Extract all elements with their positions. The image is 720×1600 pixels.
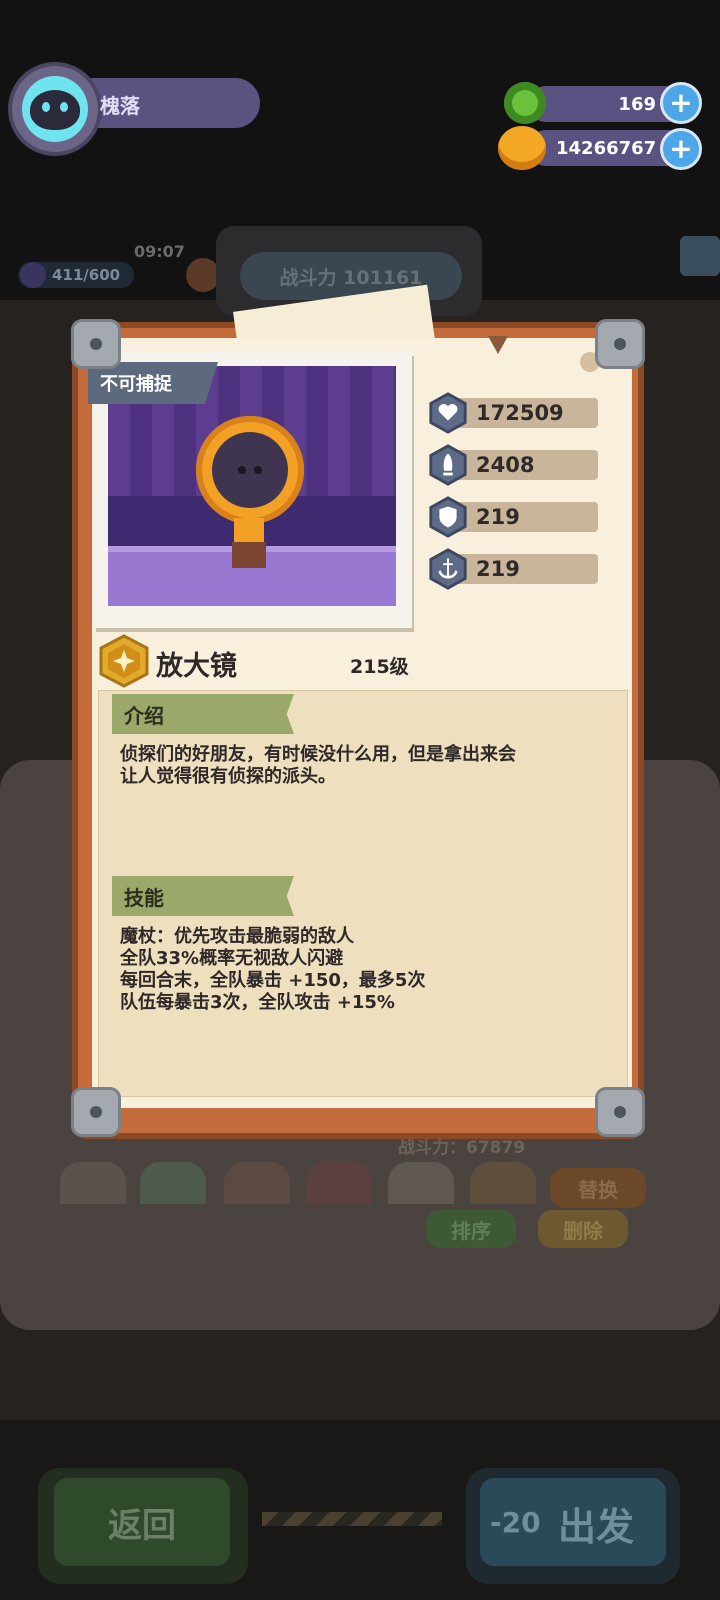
green-gem-icon <box>504 82 546 124</box>
pin-marker <box>488 336 508 354</box>
stat-attack-value: 2408 <box>476 453 535 477</box>
stat-defense: 219 <box>428 496 598 538</box>
scroll-knob[interactable] <box>580 352 600 372</box>
sort-button[interactable]: 排序 <box>426 1210 516 1248</box>
skill-line: 魔杖：优先攻击最脆弱的敌人 <box>120 926 354 947</box>
combat-power-top: 战斗力 101161 <box>240 252 462 300</box>
energy-value: 411/600 <box>52 266 121 284</box>
skill-line: 每回合末，全队暴击 +150，最多5次 <box>120 970 426 991</box>
intro-text: 侦探们的好朋友，有时候没什么用，但是拿出来会 让人觉得很有侦探的派头。 <box>120 744 620 788</box>
scissors-icon[interactable] <box>680 236 720 276</box>
stat-defense-value: 219 <box>476 505 520 529</box>
skill-line: 全队33%概率无视敌人闪避 <box>120 948 344 969</box>
stat-hp-value: 172509 <box>476 401 564 425</box>
gem-add-button[interactable]: + <box>660 82 702 124</box>
hazard-stripe <box>262 1512 442 1526</box>
team-portrait[interactable] <box>388 1162 454 1204</box>
item-level: 215级 <box>350 656 409 678</box>
stat-anchor-value: 219 <box>476 557 520 581</box>
player-name: 槐落 <box>100 94 140 118</box>
heart-icon <box>429 392 467 434</box>
team-portrait[interactable] <box>306 1162 372 1204</box>
corner-clip <box>598 322 642 366</box>
intro-line: 侦探们的好朋友，有时候没什么用，但是拿出来会 <box>120 744 516 765</box>
avatar[interactable] <box>22 76 88 142</box>
item-name: 放大镜 <box>156 651 237 682</box>
depart-button[interactable]: -20 出发 <box>480 1478 666 1566</box>
stat-anchor: 219 <box>428 548 598 590</box>
back-button[interactable]: 返回 <box>54 1478 230 1566</box>
intro-title: 介绍 <box>112 694 294 734</box>
coin-add-button[interactable]: + <box>660 128 702 170</box>
rank-emblem-icon <box>99 634 149 688</box>
anchor-icon <box>429 548 467 590</box>
capture-badge: 不可捕捉 <box>88 362 218 404</box>
skill-line: 队伍每暴击3次，全队攻击 +15% <box>120 992 395 1013</box>
stat-hp: 172509 <box>428 392 598 434</box>
gem-value: 169 <box>618 94 656 115</box>
attack-icon <box>429 444 467 486</box>
team-portrait[interactable] <box>470 1162 536 1204</box>
intro-line: 让人觉得很有侦探的派头。 <box>120 766 336 787</box>
shield-icon <box>429 496 467 538</box>
gold-coin-icon <box>498 126 546 170</box>
cat-face-icon <box>30 90 80 130</box>
energy-icon <box>20 262 46 288</box>
team-portrait[interactable] <box>224 1162 290 1204</box>
magnifier-icon <box>196 416 304 524</box>
corner-clip <box>74 1090 118 1134</box>
corner-clip <box>74 322 118 366</box>
depart-label: 出发 <box>558 1505 635 1549</box>
replace-button[interactable]: 替换 <box>550 1168 646 1208</box>
skill-title: 技能 <box>112 876 294 916</box>
coin-value: 14266767 <box>556 138 657 159</box>
depart-cost: -20 <box>490 1506 541 1539</box>
stat-attack: 2408 <box>428 444 598 486</box>
energy-add-icon[interactable] <box>186 258 220 292</box>
team-portraits[interactable] <box>60 1162 550 1204</box>
combat-power-bottom: 战斗力：67879 <box>398 1138 526 1158</box>
corner-clip <box>598 1090 642 1134</box>
delete-button[interactable]: 删除 <box>538 1210 628 1248</box>
clock-time: 09:07 <box>134 242 185 261</box>
team-portrait[interactable] <box>60 1162 126 1204</box>
team-portrait[interactable] <box>140 1162 206 1204</box>
skill-text: 魔杖：优先攻击最脆弱的敌人 全队33%概率无视敌人闪避 每回合末，全队暴击 +1… <box>120 926 620 1014</box>
